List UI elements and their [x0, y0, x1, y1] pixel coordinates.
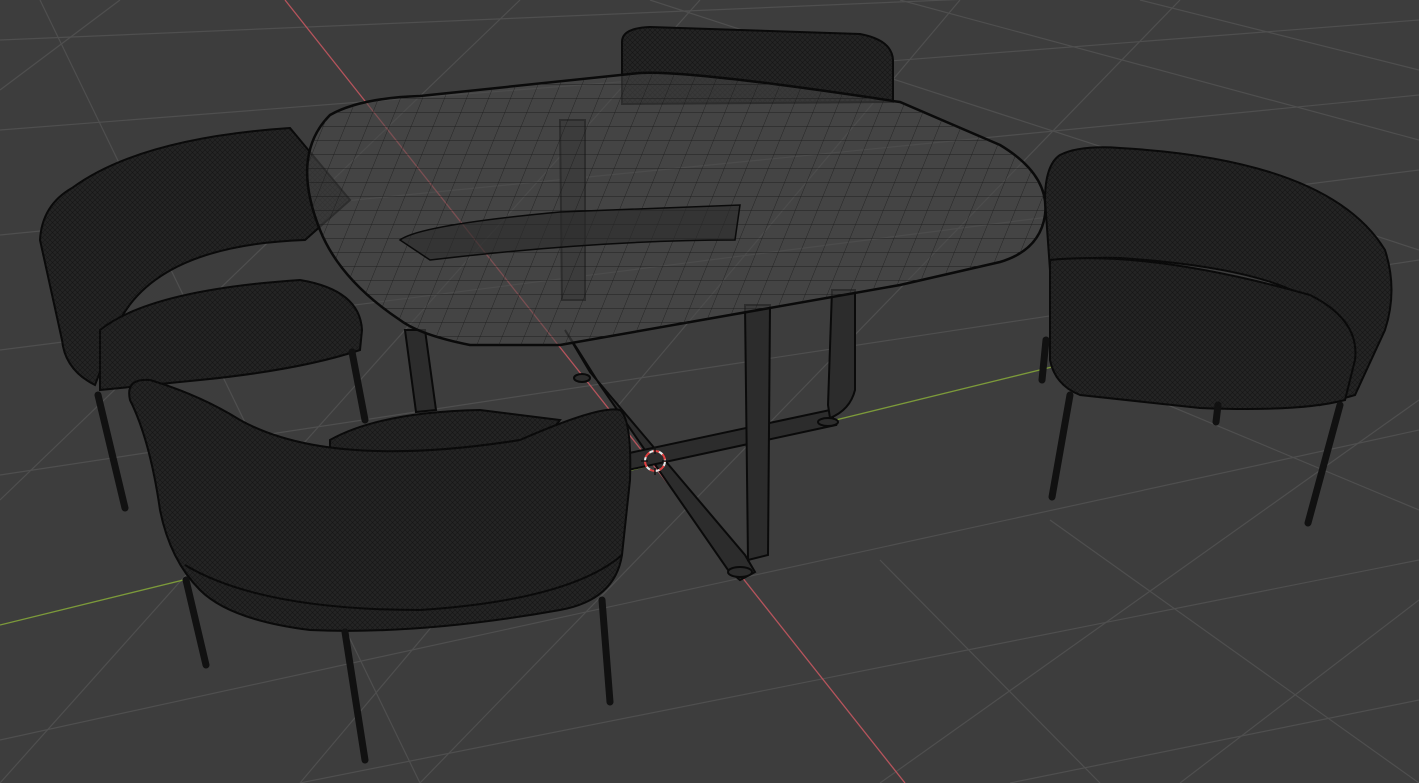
- 3d-viewport[interactable]: [0, 0, 1419, 783]
- viewport-canvas[interactable]: [0, 0, 1419, 783]
